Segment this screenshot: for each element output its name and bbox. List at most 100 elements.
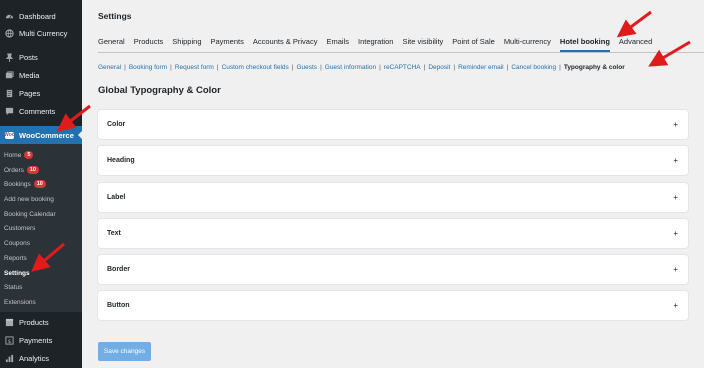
sidebar-item-media[interactable]: Media [0, 66, 82, 84]
analytics-icon [5, 354, 14, 363]
expand-plus-icon[interactable]: + [673, 156, 678, 165]
tab-site-visibility[interactable]: Site visibility [402, 36, 443, 52]
count-badge: 10 [26, 166, 39, 174]
submenu-label: Customers [4, 224, 36, 232]
accordion-button[interactable]: Button + [98, 291, 688, 320]
subnav-general[interactable]: General [98, 64, 121, 71]
subnav-guest-information[interactable]: Guest information [325, 64, 376, 71]
woocommerce-logo-icon: Woo [4, 131, 15, 139]
sidebar-item-label: Posts [19, 52, 38, 62]
subnav-typography-color[interactable]: Typography & color [564, 64, 625, 71]
accordion-label[interactable]: Label + [98, 183, 688, 212]
globe-icon [5, 28, 14, 38]
sidebar-item-label: Products [19, 317, 49, 327]
tab-divider [98, 52, 704, 53]
sidebar-item-label: Pages [19, 88, 41, 98]
submenu-item-booking-calendar[interactable]: Booking Calendar [4, 207, 56, 221]
sidebar-item-multi-currency[interactable]: Multi Currency [0, 24, 82, 42]
main-content: Settings General Products Shipping Payme… [82, 0, 704, 368]
accordion-label: Heading [107, 157, 135, 164]
dashboard-icon [5, 12, 14, 21]
sidebar-item-analytics[interactable]: Analytics [0, 349, 82, 367]
sidebar-item-label: Multi Currency [19, 28, 68, 38]
subnav-deposit[interactable]: Deposit [428, 64, 450, 71]
tab-payments[interactable]: Payments [211, 36, 244, 52]
tab-accounts-privacy[interactable]: Accounts & Privacy [253, 36, 318, 52]
sidebar-item-label: Analytics [19, 353, 50, 363]
subnav-recaptcha[interactable]: reCAPTCHA [384, 64, 421, 71]
submenu-label: Home [4, 151, 22, 159]
expand-plus-icon[interactable]: + [673, 301, 678, 310]
pin-icon [5, 52, 14, 62]
submenu-item-orders[interactable]: Orders 10 [4, 163, 39, 177]
page-title: Settings [98, 11, 132, 21]
sidebar-item-products[interactable]: Products [0, 313, 82, 331]
sidebar-item-dashboard[interactable]: Dashboard [0, 7, 82, 25]
sidebar-item-label: Comments [19, 106, 56, 116]
box-icon [5, 318, 14, 327]
subnav-guests[interactable]: Guests [296, 64, 317, 71]
sidebar-item-comments[interactable]: Comments [0, 102, 82, 120]
tab-products[interactable]: Products [134, 36, 164, 52]
accordion-label: Text [107, 230, 121, 237]
submenu-label: Booking Calendar [4, 210, 56, 218]
tab-multi-currency[interactable]: Multi-currency [504, 36, 551, 52]
submenu-item-customers[interactable]: Customers [4, 221, 35, 235]
subnav-reminder-email[interactable]: Reminder email [458, 64, 504, 71]
count-badge: 10 [33, 180, 46, 188]
submenu-label: Reports [4, 254, 27, 262]
subnav-request-form[interactable]: Request form [175, 64, 214, 71]
accordion-border[interactable]: Border + [98, 255, 688, 284]
accordion-label: Button [107, 302, 130, 309]
comment-icon [5, 107, 14, 116]
sidebar-item-pages[interactable]: Pages [0, 84, 82, 102]
submenu-item-bookings[interactable]: Bookings 10 [4, 177, 46, 191]
tab-point-of-sale[interactable]: Point of Sale [452, 36, 495, 52]
sidebar-item-label: Dashboard [19, 11, 56, 21]
tab-emails[interactable]: Emails [326, 36, 349, 52]
expand-plus-icon[interactable]: + [673, 120, 678, 129]
sidebar-item-posts[interactable]: Posts [0, 48, 82, 66]
count-badge: 5 [24, 151, 34, 159]
hotel-booking-subnav: General | Booking form | Request form | Cus… [98, 64, 625, 71]
accordion-label: Label [107, 194, 126, 201]
expand-plus-icon[interactable]: + [673, 193, 678, 202]
submenu-item-coupons[interactable]: Coupons [4, 236, 30, 250]
accordion-text[interactable]: Text + [98, 219, 688, 248]
submenu-item-settings[interactable]: Settings [4, 266, 30, 280]
submenu-item-status[interactable]: Status [4, 280, 22, 294]
section-heading: Global Typography & Color [98, 85, 221, 96]
submenu-label: Coupons [4, 239, 31, 247]
submenu-label: Extensions [4, 298, 36, 306]
submenu-label: Orders [4, 166, 24, 174]
accordion-heading[interactable]: Heading + [98, 146, 688, 175]
subnav-custom-checkout-fields[interactable]: Custom checkout fields [222, 64, 289, 71]
sidebar-item-payments[interactable]: $ Payments [0, 331, 82, 349]
page-icon [5, 89, 14, 98]
woocommerce-submenu: Home 5 Orders 10 Bookings 10 Add new bookin… [0, 144, 82, 312]
tab-advanced[interactable]: Advanced [619, 36, 652, 52]
subnav-cancel-booking[interactable]: Cancel booking [511, 64, 556, 71]
submenu-label: Add new booking [4, 195, 54, 203]
submenu-label: Settings [4, 269, 30, 277]
expand-plus-icon[interactable]: + [673, 265, 678, 274]
submenu-item-home[interactable]: Home 5 [4, 148, 34, 162]
expand-plus-icon[interactable]: + [673, 229, 678, 238]
submenu-item-extensions[interactable]: Extensions [4, 295, 36, 309]
accordion-color[interactable]: Color + [98, 110, 688, 139]
tab-integration[interactable]: Integration [358, 36, 393, 52]
media-icon [5, 70, 14, 80]
save-changes-button[interactable]: Save changes [98, 342, 151, 361]
tab-hotel-booking[interactable]: Hotel booking [559, 36, 610, 52]
subnav-booking-form[interactable]: Booking form [129, 64, 167, 71]
admin-sidebar: Dashboard Multi Currency Posts Media Pag… [0, 0, 82, 368]
settings-tabs: General Products Shipping Payments Accou… [98, 36, 661, 52]
submenu-item-add-new-booking[interactable]: Add new booking [4, 192, 54, 206]
sidebar-item-woocommerce[interactable]: Woo WooCommerce [0, 126, 82, 144]
tab-general[interactable]: General [98, 36, 125, 52]
accordion-label: Color [107, 121, 126, 128]
submenu-item-reports[interactable]: Reports [4, 251, 27, 265]
tab-shipping[interactable]: Shipping [172, 36, 201, 52]
sidebar-item-label: WooCommerce [19, 130, 74, 140]
submenu-label: Bookings [4, 180, 31, 188]
